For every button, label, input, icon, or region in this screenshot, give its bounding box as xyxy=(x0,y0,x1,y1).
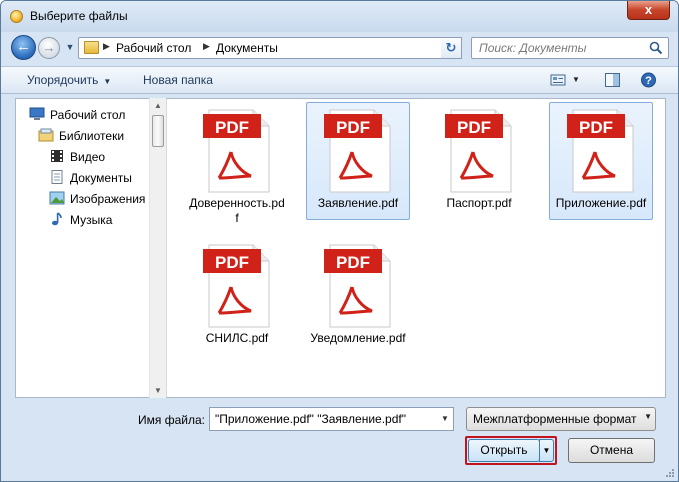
filename-history-dropdown[interactable]: ▼ xyxy=(437,408,453,430)
open-button[interactable]: Открыть xyxy=(468,439,540,462)
file-item-zayavlenie[interactable]: PDF Заявление.pdf xyxy=(306,102,410,220)
pdf-badge: PDF xyxy=(336,253,370,272)
file-list[interactable]: PDF Доверенность.pdf PDF Заявление.pdf P… xyxy=(166,98,666,398)
pdf-badge: PDF xyxy=(336,118,370,137)
sidebar-item-music[interactable]: Музыка xyxy=(70,213,112,227)
chevron-down-icon: ▼ xyxy=(65,42,75,52)
preview-pane-icon[interactable] xyxy=(604,72,621,88)
file-open-dialog: Выберите файлы x ← → ▼ ▶ Рабочий стол ▶ … xyxy=(0,0,679,482)
scrollbar-thumb[interactable] xyxy=(152,115,164,147)
pdf-badge: PDF xyxy=(457,118,491,137)
libraries-icon xyxy=(38,128,54,142)
search-box[interactable]: Поиск: Документы xyxy=(471,37,669,59)
file-item-dover[interactable]: PDF Доверенность.pdf xyxy=(185,102,289,225)
recent-locations-dropdown[interactable]: ▼ xyxy=(64,41,76,53)
resize-grip-icon[interactable] xyxy=(665,468,675,478)
scroll-up-icon[interactable]: ▲ xyxy=(154,101,162,110)
file-name: СНИЛС.pdf xyxy=(205,331,269,345)
new-folder-button[interactable]: Новая папка xyxy=(143,73,213,87)
filename-label: Имя файла: xyxy=(138,413,205,427)
view-options-icon[interactable] xyxy=(550,72,567,88)
pdf-file-icon: PDF xyxy=(567,109,634,193)
file-type-filter[interactable]: Межплатформенные формат ▼ xyxy=(466,407,656,431)
refresh-button[interactable]: ↻ xyxy=(441,37,462,59)
breadcrumb-separator-icon[interactable]: ▶ xyxy=(203,41,210,52)
file-item-snils[interactable]: PDF СНИЛС.pdf xyxy=(185,237,289,355)
chevron-down-icon: ▼ xyxy=(542,446,551,455)
help-icon[interactable]: ? xyxy=(640,72,657,88)
close-icon: x xyxy=(644,2,653,17)
navigation-pane[interactable]: Рабочий стол Библиотеки Видео Документы … xyxy=(15,98,164,398)
open-button-highlight: Открыть ▼ xyxy=(465,436,557,465)
search-input[interactable]: Поиск: Документы xyxy=(479,41,587,55)
file-item-uvedomlenie[interactable]: PDF Уведомление.pdf xyxy=(306,237,410,355)
pdf-badge: PDF xyxy=(215,253,249,272)
pdf-file-icon: PDF xyxy=(203,244,270,328)
close-button[interactable]: x xyxy=(627,1,670,20)
organize-button[interactable]: Упорядочить ▼ xyxy=(27,73,111,87)
file-name: Уведомление.pdf xyxy=(310,331,406,345)
address-bar[interactable]: ▶ Рабочий стол ▶ Документы ▼ xyxy=(78,37,462,59)
sidebar-item-desktop[interactable]: Рабочий стол xyxy=(50,108,125,122)
file-name: Доверенность.pdf xyxy=(189,196,285,225)
navigation-bar: ← → ▼ ▶ Рабочий стол ▶ Документы ▼ ↻ Пои… xyxy=(1,32,678,62)
file-type-filter-value: Межплатформенные формат xyxy=(473,412,637,426)
view-options-dropdown-icon[interactable]: ▼ xyxy=(572,75,580,84)
chevron-down-icon: ▼ xyxy=(103,77,112,86)
navigation-scrollbar[interactable]: ▲ ▼ xyxy=(149,98,166,398)
pdf-file-icon: PDF xyxy=(324,244,391,328)
help-glyph: ? xyxy=(645,75,652,87)
file-item-pasport[interactable]: PDF Паспорт.pdf xyxy=(427,102,531,220)
forward-arrow-icon: → xyxy=(42,40,56,55)
command-toolbar: Упорядочить ▼ Новая папка ▼ ? xyxy=(1,66,678,94)
chevron-down-icon: ▼ xyxy=(441,414,449,423)
filename-input[interactable]: "Приложение.pdf" "Заявление.pdf" xyxy=(209,407,454,431)
cancel-button[interactable]: Отмена xyxy=(568,438,655,463)
sidebar-item-documents[interactable]: Документы xyxy=(70,171,132,185)
back-arrow-icon: ← xyxy=(16,38,31,55)
forward-button[interactable]: → xyxy=(38,37,60,59)
sidebar-item-libraries[interactable]: Библиотеки xyxy=(59,129,124,143)
dialog-title: Выберите файлы xyxy=(30,9,128,23)
chevron-down-icon: ▼ xyxy=(644,412,652,421)
pdf-file-icon: PDF xyxy=(324,109,391,193)
file-name: Паспорт.pdf xyxy=(446,196,512,210)
open-options-dropdown[interactable]: ▼ xyxy=(539,439,554,462)
dialog-app-icon xyxy=(10,10,23,23)
sidebar-item-video[interactable]: Видео xyxy=(70,150,105,164)
breadcrumb-documents[interactable]: Документы xyxy=(216,41,278,55)
file-item-prilozhenie[interactable]: PDF Приложение.pdf xyxy=(549,102,653,220)
file-name: Приложение.pdf xyxy=(555,196,647,210)
pdf-file-icon: PDF xyxy=(445,109,512,193)
breadcrumb-separator-icon[interactable]: ▶ xyxy=(103,41,110,52)
title-bar[interactable]: Выберите файлы x xyxy=(1,1,678,32)
refresh-icon: ↻ xyxy=(445,40,457,55)
pdf-badge: PDF xyxy=(215,118,249,137)
file-name: Заявление.pdf xyxy=(317,196,399,210)
folder-icon xyxy=(84,41,99,54)
documents-icon xyxy=(51,170,63,184)
music-icon xyxy=(52,212,62,226)
back-button[interactable]: ← xyxy=(11,35,36,60)
images-icon xyxy=(49,191,65,205)
scroll-down-icon[interactable]: ▼ xyxy=(154,386,162,395)
pdf-file-icon: PDF xyxy=(203,109,270,193)
pdf-badge: PDF xyxy=(579,118,613,137)
sidebar-item-images[interactable]: Изображения xyxy=(70,192,145,206)
desktop-icon xyxy=(29,107,45,120)
search-icon[interactable] xyxy=(649,41,663,55)
organize-label: Упорядочить xyxy=(27,73,99,87)
video-icon xyxy=(51,150,63,162)
breadcrumb-desktop[interactable]: Рабочий стол xyxy=(116,41,191,55)
